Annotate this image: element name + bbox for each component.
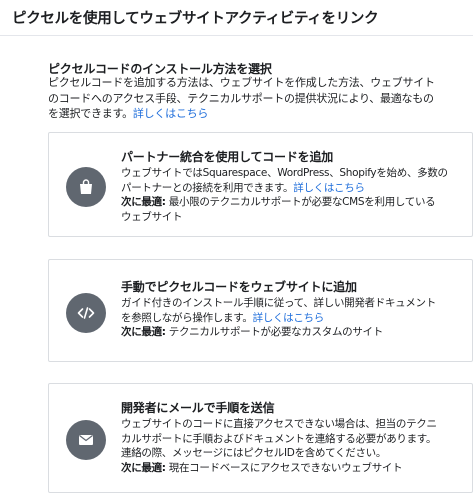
section-description: ピクセルコードを追加する方法は、ウェブサイトを作成した方法、ウェブサイト のコー…	[48, 75, 464, 122]
option-description-line: ウェブサイトのコードに直接アクセスできない場合は、担当のテクニ	[121, 418, 437, 430]
dialog-title: ピクセルを使用してウェブサイトアクティビティをリンク	[12, 11, 379, 27]
option-content: 開発者にメールで手順を送信 ウェブサイトのコードに直接アクセスできない場合は、担…	[121, 400, 464, 475]
option-description-line: 連絡の際、メッセージにはピクセルIDを含めてください。	[121, 447, 387, 459]
shopping-bag-icon	[66, 167, 106, 207]
option-description-line: を参照しながら操作します。詳しくはこちら	[121, 311, 464, 326]
option-description-line: ガイド付きのインストール手順に従って、詳しい開発者ドキュメント	[121, 297, 436, 309]
option-email-developer[interactable]: 開発者にメールで手順を送信 ウェブサイトのコードに直接アクセスできない場合は、担…	[48, 383, 473, 493]
option-description-line: ウェブサイトではSquarespace、WordPress、Shopifyを始め…	[121, 167, 448, 179]
best-for-line: 次に最適: 最小限のテクニカルサポートが必要なCMSを利用している	[121, 195, 464, 210]
dialog-header: ピクセルを使用してウェブサイトアクティビティをリンク	[0, 0, 473, 36]
option-content: 手動でピクセルコードをウェブサイトに追加 ガイド付きのインストール手順に従って、…	[121, 279, 464, 340]
option-description-line: パートナーとの接続を利用できます。詳しくはこちら	[121, 181, 464, 196]
best-for-line: 次に最適: 現在コードベースにアクセスできないウェブサイト	[121, 461, 464, 476]
envelope-icon	[66, 420, 106, 460]
learn-more-link[interactable]: 詳しくはこちら	[253, 312, 325, 324]
option-title: パートナー統合を使用してコードを追加	[121, 150, 334, 164]
pixel-setup-dialog: ピクセルを使用してウェブサイトアクティビティをリンク ピクセルコードのインストー…	[0, 0, 473, 499]
description-text: を選択できます。	[48, 107, 133, 120]
option-description-text: を参照しながら操作します。	[121, 311, 253, 324]
learn-more-link[interactable]: 詳しくはこちら	[293, 182, 365, 194]
learn-more-link[interactable]: 詳しくはこちら	[133, 107, 209, 120]
option-description-text: パートナーとの接続を利用できます。	[121, 181, 294, 194]
option-title: 開発者にメールで手順を送信	[121, 401, 275, 415]
option-title: 手動でピクセルコードをウェブサイトに追加	[121, 280, 357, 294]
best-for-line: ウェブサイト	[121, 210, 183, 223]
option-description-line: カルサポートに手順およびドキュメントを連絡する必要があります。	[121, 432, 437, 445]
best-for-label: 次に最適:	[121, 326, 166, 338]
description-line: のコードへのアクセス手段、テクニカルサポートの提供状況により、最適なもの	[48, 91, 434, 105]
description-line: を選択できます。詳しくはこちら	[48, 106, 464, 122]
best-for-label: 次に最適:	[121, 196, 166, 208]
option-manual-install[interactable]: 手動でピクセルコードをウェブサイトに追加 ガイド付きのインストール手順に従って、…	[48, 259, 473, 362]
best-for-text: 最小限のテクニカルサポートが必要なCMSを利用している	[165, 196, 436, 208]
option-partner-integration[interactable]: パートナー統合を使用してコードを追加 ウェブサイトではSquarespace、W…	[48, 132, 473, 237]
best-for-text: テクニカルサポートが必要なカスタムのサイト	[165, 326, 384, 338]
best-for-text: 現在コードベースにアクセスできないウェブサイト	[165, 461, 403, 474]
option-content: パートナー統合を使用してコードを追加 ウェブサイトではSquarespace、W…	[121, 149, 464, 224]
best-for-label: 次に最適:	[121, 461, 166, 474]
description-line: ピクセルコードを追加する方法は、ウェブサイトを作成した方法、ウェブサイト	[48, 76, 435, 89]
best-for-line: 次に最適: テクニカルサポートが必要なカスタムのサイト	[121, 325, 464, 340]
code-icon	[66, 293, 106, 333]
